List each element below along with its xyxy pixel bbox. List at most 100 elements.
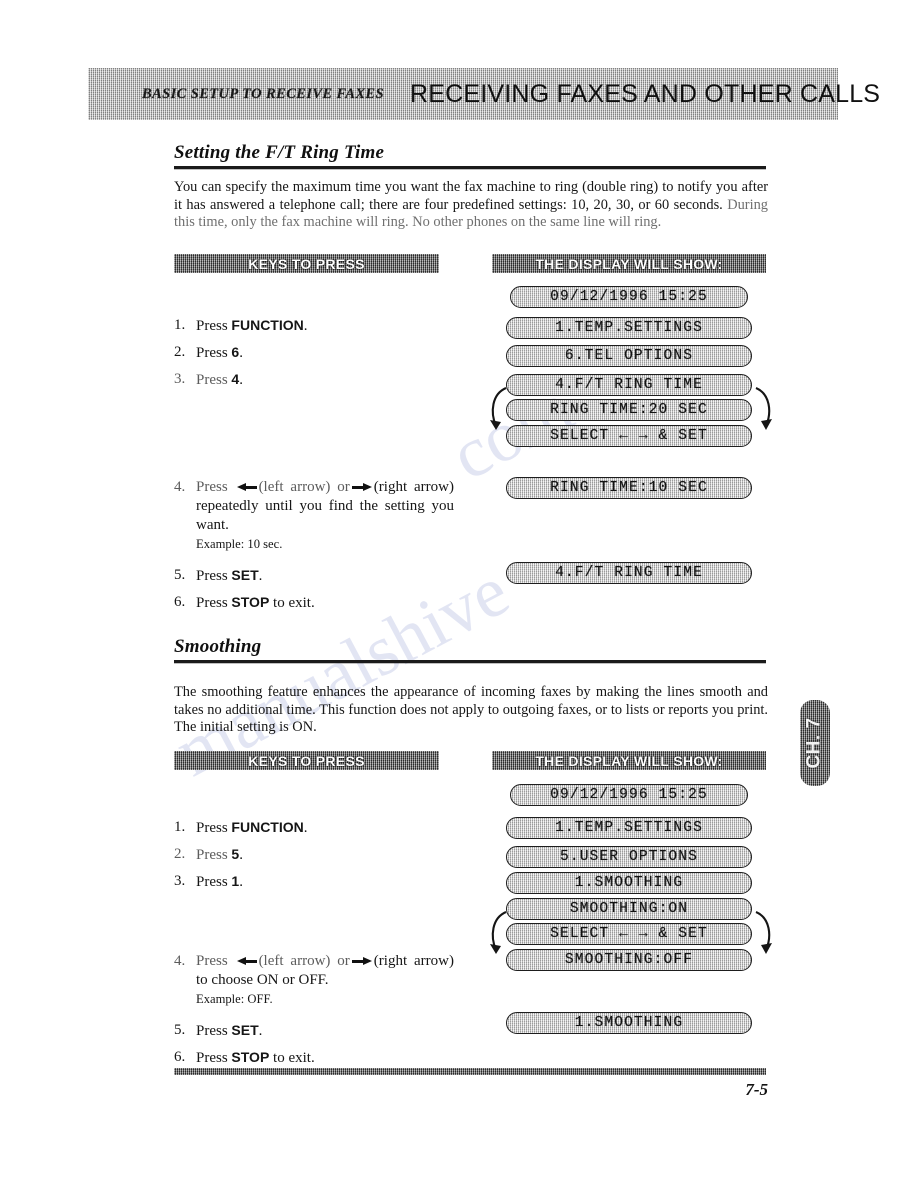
step-1-2: 2. Press 6. [174, 343, 454, 363]
step-1-1-tail: . [303, 318, 308, 334]
lcd-display-2-4: 1.SMOOTHING [506, 872, 752, 894]
keys-to-press-header-2: KEYS TO PRESS [174, 751, 439, 770]
section-2-steps-b: 4. Press (left arrow) or (right arrow) to … [174, 952, 454, 1075]
lcd-text-1-3: 6.TEL OPTIONS [564, 348, 694, 364]
step-2-5: 5. Press SET. [174, 1021, 454, 1041]
step-1-3-num: 3. [174, 371, 186, 387]
step-1-4-left-label: (left arrow) or [258, 479, 350, 495]
lcd-display-2-7: SMOOTHING:OFF [506, 949, 752, 971]
footer-rule [174, 1068, 766, 1075]
page-number: 7-5 [745, 1080, 768, 1099]
section-heading-smoothing: Smoothing [174, 636, 766, 663]
step-1-3-text: Press [196, 372, 232, 388]
section-2-steps-a: 1. Press FUNCTION. 2. Press 5. 3. Press 1. [174, 818, 454, 899]
step-2-6-key: STOP [231, 1049, 270, 1065]
step-1-4-pre: Press [196, 479, 235, 495]
step-2-3-text: Press [196, 874, 232, 890]
step-1-2-tail: . [239, 345, 243, 361]
lcd-text-1-8: 4.F/T RING TIME [555, 565, 703, 581]
step-1-6-key: STOP [231, 594, 270, 610]
step-2-1-key: FUNCTION [231, 819, 304, 835]
lcd-display-2-1: 09/12/1996 15:25 [510, 784, 748, 806]
step-2-3-tail: . [239, 874, 243, 890]
lcd-text-2-3: 5.USER OPTIONS [559, 849, 698, 865]
section-2-rule [174, 660, 766, 663]
step-2-6-num: 6. [174, 1049, 186, 1065]
header-section-title: RECEIVING FAXES AND OTHER CALLS [409, 79, 881, 108]
step-2-2-tail: . [239, 847, 243, 863]
section-2-body-text: The smoothing feature enhances the appea… [174, 684, 768, 736]
step-1-5-tail: . [258, 568, 263, 584]
lcd-text-1-1: 09/12/1996 15:25 [550, 289, 708, 305]
chapter-thumb-tab: CH. 7 [800, 700, 830, 786]
lcd-display-1-2: 1.TEMP.SETTINGS [506, 317, 752, 339]
step-2-4-example: Example: OFF. [196, 992, 273, 1006]
step-1-5: 5. Press SET. [174, 566, 454, 586]
step-1-1-text: Press [196, 318, 232, 334]
step-1-5-text: Press [196, 568, 232, 584]
section-2-title: Smoothing [174, 636, 262, 657]
step-1-5-key: SET [231, 567, 259, 583]
step-2-1-tail: . [303, 820, 308, 836]
lcd-text-2-5: SMOOTHING:ON [569, 901, 689, 917]
step-2-6-tail: to exit. [269, 1050, 315, 1066]
lcd-display-1-8: 4.F/T RING TIME [506, 562, 752, 584]
section-1-body: You can specify the maximum time you wan… [174, 179, 768, 232]
step-2-2-text: Press [196, 847, 232, 863]
header-chapter-label: BASIC SETUP TO RECEIVE FAXES [142, 85, 384, 102]
step-2-4-pre: Press [196, 953, 235, 969]
step-1-1-key: FUNCTION [231, 317, 304, 333]
section-1-title: Setting the F/T Ring Time [174, 142, 385, 163]
lcd-text-1-7: RING TIME:10 SEC [550, 480, 708, 496]
step-2-1-num: 1. [174, 819, 186, 835]
step-2-4-num: 4. [174, 953, 186, 969]
step-1-1: 1. Press FUNCTION. [174, 316, 454, 336]
lcd-display-2-2: 1.TEMP.SETTINGS [506, 817, 752, 839]
step-1-4-example: Example: 10 sec. [196, 537, 283, 551]
step-1-3-tail: . [239, 372, 243, 388]
step-1-3: 3. Press 4. [174, 370, 454, 390]
step-1-2-text: Press [196, 345, 232, 361]
lcd-text-2-1: 09/12/1996 15:25 [550, 787, 708, 803]
lcd-text-2-4: 1.SMOOTHING [574, 875, 684, 891]
lcd-display-1-5: RING TIME:20 SEC [506, 399, 752, 421]
step-1-5-num: 5. [174, 567, 186, 583]
lcd-display-1-4: 4.F/T RING TIME [506, 374, 752, 396]
lcd-text-2-8: 1.SMOOTHING [574, 1015, 684, 1031]
step-1-6-text: Press [196, 595, 232, 611]
step-1-6-num: 6. [174, 594, 186, 610]
loop-arrow-right-2 [752, 906, 778, 962]
left-arrow-icon [236, 957, 257, 966]
display-will-show-label-1: THE DISPLAY WILL SHOW: [535, 255, 723, 272]
step-1-4: 4. Press (left arrow) or (right arrow) rep… [174, 478, 454, 552]
lcd-display-1-3: 6.TEL OPTIONS [506, 345, 752, 367]
lcd-text-1-4: 4.F/T RING TIME [555, 377, 703, 393]
keys-to-press-label-1: KEYS TO PRESS [248, 255, 365, 272]
chapter-tab-label: CH. 7 [804, 717, 826, 769]
step-2-3-num: 3. [174, 873, 186, 889]
display-will-show-header-1: THE DISPLAY WILL SHOW: [492, 254, 766, 273]
step-2-5-text: Press [196, 1023, 232, 1039]
step-2-4-left-label: (left arrow) or [258, 953, 350, 969]
lcd-text-1-2: 1.TEMP.SETTINGS [555, 320, 703, 336]
step-1-6: 6. Press STOP to exit. [174, 593, 454, 613]
step-2-5-num: 5. [174, 1022, 186, 1038]
keys-to-press-label-2: KEYS TO PRESS [248, 752, 365, 769]
step-2-6: 6. Press STOP to exit. [174, 1048, 454, 1068]
step-2-1: 1. Press FUNCTION. [174, 818, 454, 838]
step-1-2-num: 2. [174, 344, 186, 360]
section-1-steps-b: 4. Press (left arrow) or (right arrow) rep… [174, 478, 454, 620]
display-will-show-label-2: THE DISPLAY WILL SHOW: [535, 752, 723, 769]
step-2-2-num: 2. [174, 846, 186, 862]
running-header: BASIC SETUP TO RECEIVE FAXES RECEIVING F… [88, 68, 880, 120]
lcd-display-1-1: 09/12/1996 15:25 [510, 286, 748, 308]
lcd-text-2-6: SELECT ← → & SET [550, 926, 708, 942]
section-2-body: The smoothing feature enhances the appea… [174, 684, 768, 737]
lcd-text-1-5: RING TIME:20 SEC [550, 402, 708, 418]
right-arrow-icon [351, 957, 372, 966]
step-2-3: 3. Press 1. [174, 872, 454, 892]
lcd-text-2-7: SMOOTHING:OFF [564, 952, 694, 968]
loop-arrow-right-1 [752, 382, 778, 438]
step-2-5-key: SET [231, 1022, 259, 1038]
lcd-display-1-7: RING TIME:10 SEC [506, 477, 752, 499]
